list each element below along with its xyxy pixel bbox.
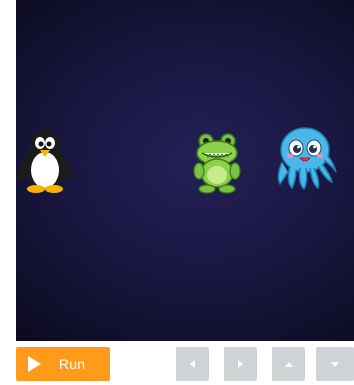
arrow-right-icon — [238, 360, 243, 368]
arrow-left-icon — [190, 360, 195, 368]
penguin-sprite — [18, 128, 74, 194]
game-stage — [16, 0, 354, 341]
move-up-button[interactable] — [272, 347, 305, 381]
game-app: Run — [0, 0, 354, 385]
arrow-down-icon — [331, 361, 339, 367]
move-down-button[interactable] — [316, 347, 354, 381]
octopus-sprite — [272, 126, 338, 192]
run-button[interactable]: Run — [16, 347, 110, 381]
move-left-button[interactable] — [176, 347, 209, 381]
controls-bar: Run — [0, 341, 354, 385]
arrow-up-icon — [284, 361, 293, 367]
octopus-icon — [277, 127, 337, 191]
frog-icon — [193, 133, 241, 194]
move-right-button[interactable] — [224, 347, 257, 381]
run-label: Run — [59, 356, 86, 372]
play-icon — [28, 356, 41, 372]
frog-sprite — [192, 131, 244, 195]
penguin-icon — [18, 130, 73, 193]
